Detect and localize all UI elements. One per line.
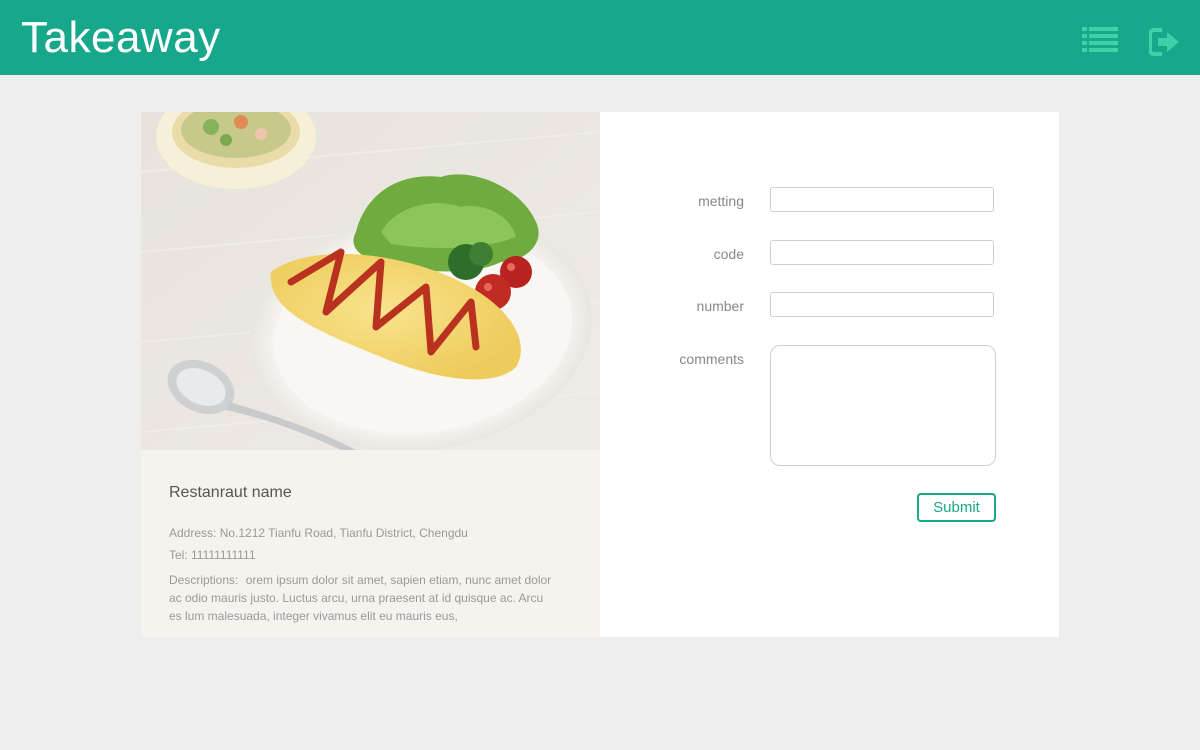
number-label: number [696,298,744,314]
comments-textarea[interactable] [770,345,996,466]
metting-input[interactable] [770,187,994,212]
comments-label: comments [679,351,744,367]
submit-button[interactable]: Submit [917,493,996,522]
restaurant-address: Address: No.1212 Tianfu Road, Tianfu Dis… [169,526,468,540]
logout-icon[interactable] [1148,28,1181,61]
restaurant-description: Descriptions: orem ipsum dolor sit amet,… [169,571,559,625]
restaurant-card: Restanraut name Address: No.1212 Tianfu … [141,112,1059,637]
restaurant-photo [141,112,600,450]
restaurant-info: Restanraut name Address: No.1212 Tianfu … [141,450,600,637]
restaurant-name: Restanraut name [169,484,292,501]
code-label: code [713,246,744,262]
list-icon[interactable] [1082,26,1118,61]
number-input[interactable] [770,292,994,317]
code-input[interactable] [770,240,994,265]
app-title: Takeaway [21,13,221,62]
restaurant-tel: Tel: 11111111111 [169,548,256,562]
top-bar: Takeaway [0,0,1200,75]
metting-label: metting [698,193,744,209]
description-label: Descriptions: [169,573,239,587]
